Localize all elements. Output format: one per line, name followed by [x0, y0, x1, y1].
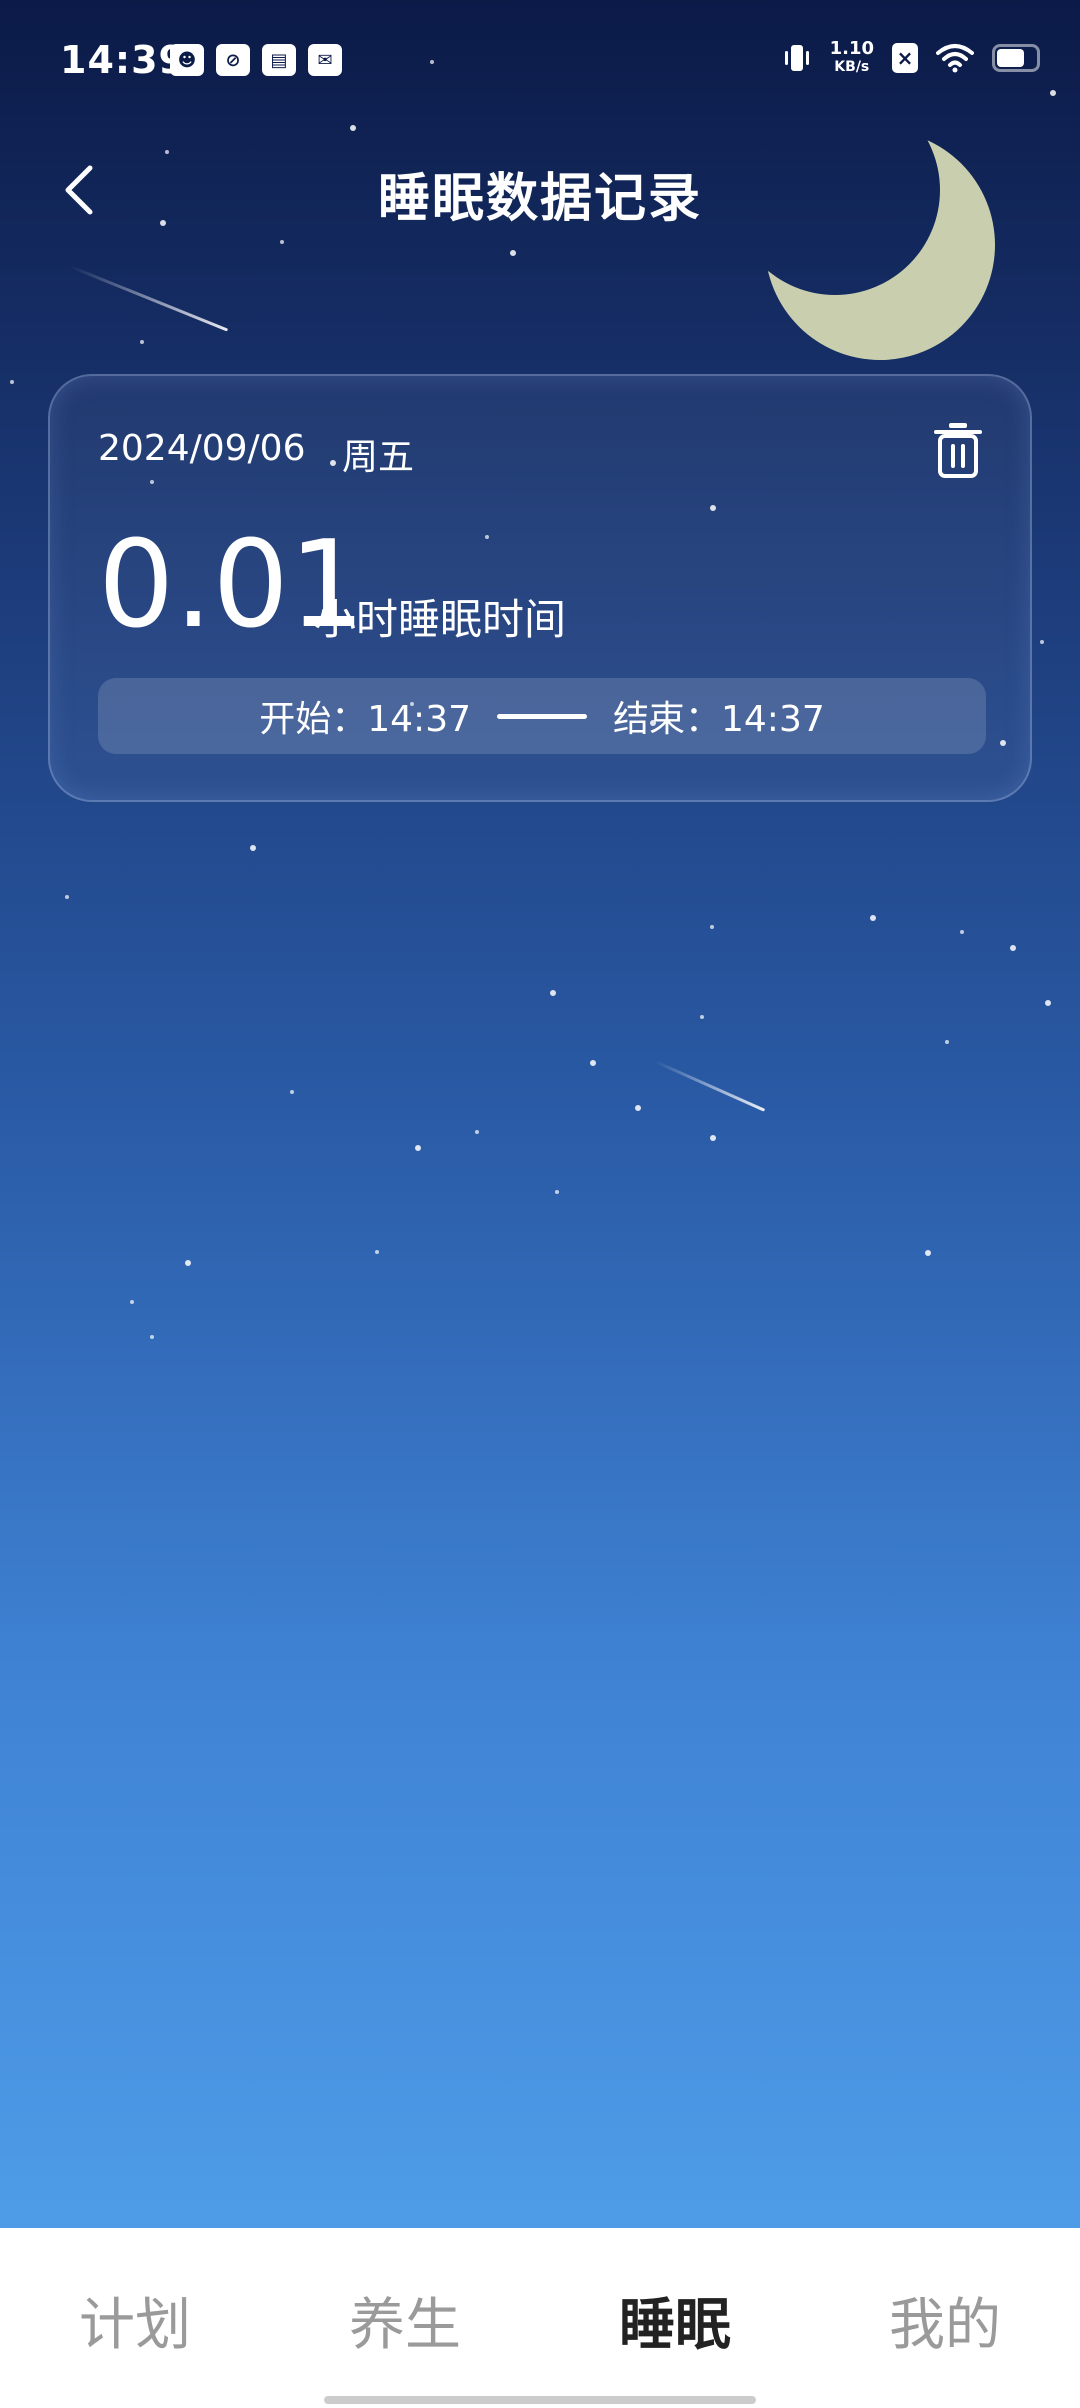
archive-app-icon: ▤: [262, 44, 296, 76]
nav-item-sleep[interactable]: 睡眠: [540, 2280, 810, 2361]
network-speed: 1.10 KB/s: [830, 40, 874, 76]
system-status-icons: 1.10 KB/s ×: [782, 40, 1040, 76]
notification-icons: ☻ ⊘ ▤ ✉: [170, 44, 342, 76]
bottom-navigation: 计划 养生 睡眠 我的: [0, 2228, 1080, 2408]
sleep-duration-label: 小时睡眠时间: [314, 595, 567, 644]
home-indicator[interactable]: [324, 2396, 756, 2404]
page-title: 睡眠数据记录: [377, 169, 702, 229]
end-time: 结束：14:37: [613, 699, 825, 740]
sleep-record-card[interactable]: 2024/09/06 周五 0.01 小时睡眠时间 开始：14:37 结束：14…: [48, 374, 1032, 802]
record-date: 2024/09/06: [98, 428, 306, 469]
nav-item-health[interactable]: 养生: [270, 2280, 540, 2361]
cat-app-icon: ☻: [170, 44, 204, 76]
nav-item-mine[interactable]: 我的: [810, 2280, 1080, 2361]
network-speed-value: 1.10: [829, 38, 874, 59]
sleep-time-range: 开始：14:37 结束：14:37: [98, 678, 986, 754]
battery-icon: [992, 44, 1040, 72]
wifi-icon: [936, 44, 974, 73]
sim-x-icon: ×: [892, 43, 918, 73]
record-weekday: 周五: [342, 437, 415, 478]
nav-item-plan[interactable]: 计划: [0, 2280, 270, 2361]
night-sky-background: [0, 0, 1080, 2228]
swirl-app-icon: ⊘: [216, 44, 250, 76]
trash-icon[interactable]: [930, 420, 986, 480]
status-bar: 14:39 ☻ ⊘ ▤ ✉ 1.10 KB/s ×: [0, 0, 1080, 120]
vibrate-icon: [784, 45, 809, 71]
status-time: 14:39: [60, 38, 186, 82]
battery-level: [997, 49, 1024, 67]
start-time: 开始：14:37: [259, 699, 471, 740]
mail-app-icon: ✉: [308, 44, 342, 76]
network-speed-unit: KB/s: [834, 59, 870, 75]
range-divider: [497, 713, 587, 719]
